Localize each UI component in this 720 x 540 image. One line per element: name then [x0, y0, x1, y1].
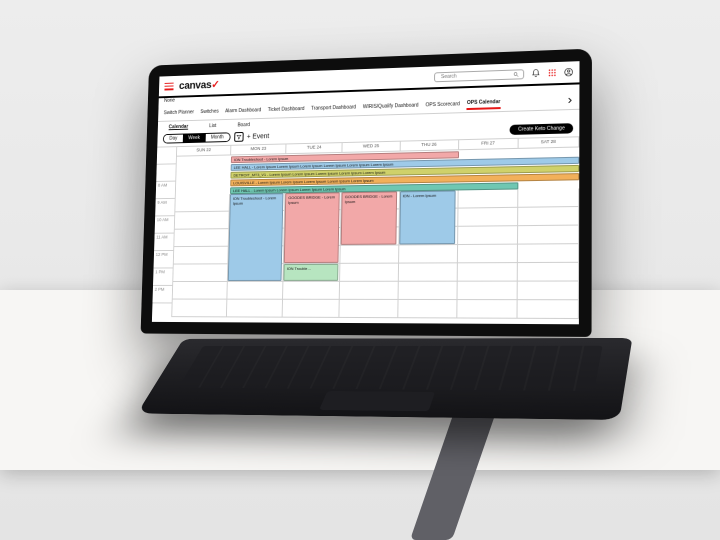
- view-list[interactable]: List: [204, 122, 222, 130]
- tab-alarm-dashboard[interactable]: Alarm Dashboard: [225, 105, 261, 116]
- view-calendar[interactable]: Calendar: [163, 123, 194, 131]
- calendar-cell[interactable]: [518, 188, 579, 207]
- bell-icon[interactable]: [530, 68, 540, 78]
- calendar-cell[interactable]: [398, 282, 457, 300]
- calendar-cell[interactable]: [517, 300, 579, 319]
- calendar-cell[interactable]: [457, 300, 517, 319]
- calendar-grid: 8 AM9 AM10 AM11 AM12 PM1 PM2 PM SUN 22MO…: [152, 137, 579, 319]
- calendar-cell[interactable]: [340, 264, 398, 282]
- brand-logo: canvas✓: [179, 78, 220, 92]
- chevron-right-icon[interactable]: [566, 96, 573, 105]
- calendar-cell[interactable]: [175, 194, 230, 212]
- allday-section: ION Troubleshoot - Lorem IpsumLEE HALL -…: [176, 148, 580, 196]
- calendar-cell[interactable]: [172, 300, 227, 318]
- calendar-cell[interactable]: [227, 282, 283, 300]
- calendar-event[interactable]: ION - Lorem Ipsum: [399, 190, 456, 244]
- calendar-event[interactable]: ION Troubleshoot - Lorem Ipsum: [228, 193, 283, 281]
- calendar-event[interactable]: GOODES BRIDGE - Lorem Ipsum: [341, 191, 397, 244]
- calendar-cell[interactable]: [458, 208, 518, 227]
- calendar-cell[interactable]: [175, 212, 230, 230]
- apps-icon[interactable]: [547, 68, 557, 78]
- calendar-cell[interactable]: [173, 264, 228, 282]
- calendar-event[interactable]: GOODES BRIDGE - Lorem Ipsum: [284, 192, 340, 263]
- view-board[interactable]: Board: [232, 121, 256, 129]
- calendar-cell[interactable]: [399, 245, 458, 264]
- day-columns: SUN 22MON 23TUE 24WED 25THU 26FRI 27SAT …: [172, 137, 579, 319]
- range-toggle[interactable]: DayWeekMonth: [163, 132, 230, 143]
- calendar-cell[interactable]: [340, 300, 398, 318]
- add-event-button[interactable]: + Event: [247, 133, 270, 140]
- search-field[interactable]: [439, 70, 513, 81]
- hour-label: 1 PM: [153, 268, 173, 286]
- menu-icon[interactable]: [164, 82, 173, 90]
- calendar-cell[interactable]: [518, 226, 579, 245]
- tab-switches[interactable]: Switches: [200, 107, 219, 117]
- calendar-cell[interactable]: [517, 282, 579, 301]
- calendar-cell[interactable]: [518, 244, 579, 263]
- hour-label: 2 PM: [152, 286, 172, 304]
- tab-wiris-qualify-dashboard[interactable]: WIRIS/Qualify Dashboard: [363, 101, 419, 113]
- calendar-cell[interactable]: [458, 189, 518, 208]
- calendar-cell[interactable]: [518, 263, 579, 282]
- calendar-cell[interactable]: [174, 247, 229, 265]
- calendar-cell[interactable]: [173, 282, 228, 300]
- hour-label: 11 AM: [154, 234, 174, 252]
- app-screen: canvas✓ None Switch: [152, 61, 580, 324]
- calendar-cell[interactable]: [398, 263, 457, 281]
- hour-label: 12 PM: [154, 251, 174, 269]
- profile-icon[interactable]: [563, 67, 573, 77]
- range-week[interactable]: Week: [183, 134, 206, 142]
- tab-transport-dashboard[interactable]: Transport Dashboard: [311, 103, 356, 114]
- calendar-cell[interactable]: [283, 282, 340, 300]
- calendar-cell[interactable]: [518, 207, 579, 226]
- tab-ops-calendar[interactable]: OPS Calendar: [467, 97, 501, 110]
- hour-label: 9 AM: [155, 199, 175, 217]
- brand-accent: ✓: [211, 79, 219, 91]
- calendar-cell[interactable]: [458, 245, 518, 264]
- calendar-cell[interactable]: [341, 245, 399, 263]
- calendar-event[interactable]: ION Trouble…: [284, 264, 339, 281]
- calendar-cell[interactable]: [174, 229, 229, 247]
- hour-label: [156, 164, 176, 182]
- hour-label: [157, 147, 177, 165]
- filter-button[interactable]: [234, 132, 244, 142]
- create-change-button[interactable]: Create Keto Change: [510, 123, 573, 135]
- calendar-cell[interactable]: [458, 226, 518, 245]
- range-day[interactable]: Day: [164, 135, 183, 143]
- calendar-cell[interactable]: [398, 300, 457, 319]
- calendar-cell[interactable]: [227, 300, 283, 318]
- calendar-cell[interactable]: [283, 300, 340, 318]
- tab-ticket-dashboard[interactable]: Ticket Dashboard: [268, 104, 305, 115]
- search-icon: [513, 71, 519, 77]
- hour-label: 8 AM: [156, 182, 176, 200]
- calendar-cell[interactable]: [457, 263, 517, 282]
- tab-ops-scorecard[interactable]: OPS Scorecard: [425, 99, 460, 110]
- time-slots: ION Troubleshoot - Lorem IpsumGOODES BRI…: [172, 188, 579, 319]
- tab-switch-planner[interactable]: Switch Planner: [164, 108, 195, 118]
- calendar-cell[interactable]: [340, 282, 398, 300]
- range-month[interactable]: Month: [205, 133, 229, 141]
- laptop-keyboard: [137, 338, 632, 420]
- search-input[interactable]: [434, 69, 524, 82]
- brand-name: canvas: [179, 79, 212, 92]
- calendar-cell[interactable]: [457, 282, 517, 301]
- hour-label: 10 AM: [155, 216, 175, 234]
- laptop-mockup: canvas✓ None Switch: [130, 55, 590, 425]
